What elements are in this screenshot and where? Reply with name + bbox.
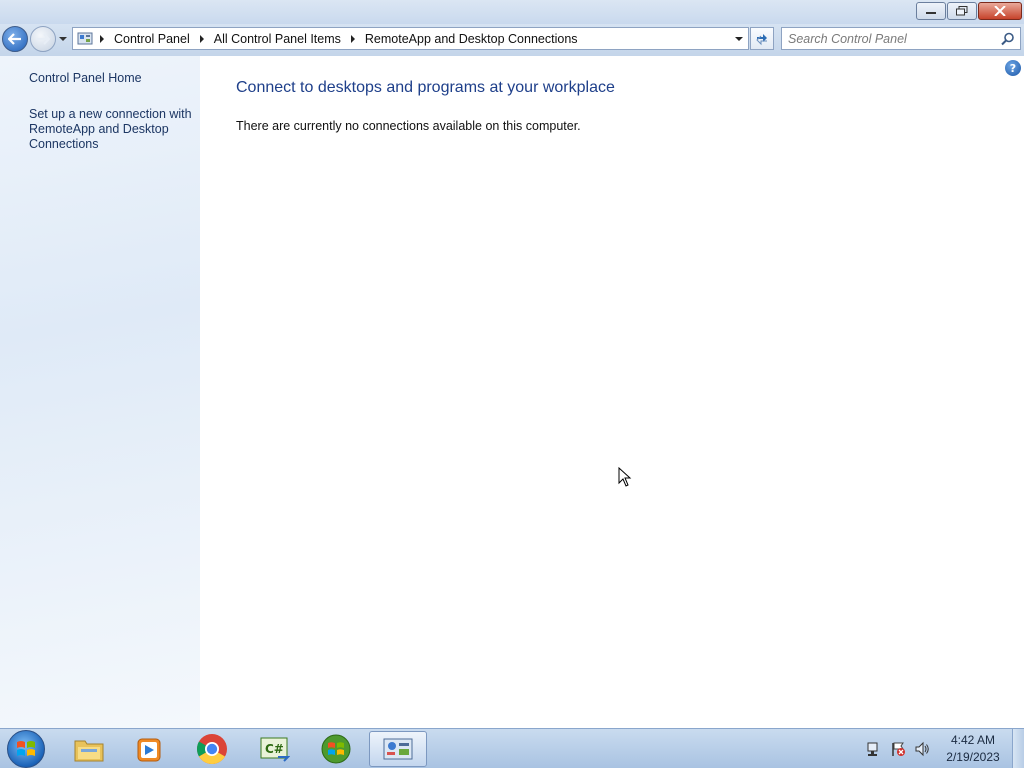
setup-new-connection-link[interactable]: Set up a new connection with RemoteApp a… [29,107,194,152]
clock[interactable]: 4:42 AM 2/19/2023 [940,732,1006,766]
refresh-icon [756,33,767,45]
taskbar-csharp[interactable]: C# [245,731,303,767]
taskbar-chrome[interactable] [183,731,241,767]
back-button[interactable] [2,26,28,52]
start-button[interactable] [7,730,45,768]
window-controls [916,2,1022,20]
clock-date: 2/19/2023 [946,750,1000,764]
help-icon[interactable]: ? [1005,60,1021,76]
control-panel-icon [75,29,95,49]
control-panel-icon [383,738,413,760]
volume-icon[interactable] [914,741,930,757]
chevron-right-icon[interactable] [346,34,360,43]
system-tray [866,741,930,757]
close-icon [994,6,1006,16]
chrome-icon [196,734,227,765]
navigation-bar: Control Panel All Control Panel Items Re… [0,24,1024,56]
taskbar-explorer[interactable] [60,731,118,767]
forward-button[interactable] [30,26,56,52]
main-content: ? Connect to desktops and programs at yo… [200,56,1024,728]
chevron-right-icon[interactable] [195,34,209,43]
media-player-icon [137,738,161,762]
address-bar[interactable]: Control Panel All Control Panel Items Re… [72,27,749,50]
no-connections-message: There are currently no connections avail… [236,119,581,133]
search-input[interactable] [788,28,998,49]
recent-pages-dropdown[interactable] [58,34,68,44]
svg-text:C#: C# [265,742,284,756]
clock-time: 4:42 AM [950,733,996,747]
refresh-button[interactable] [750,27,774,50]
breadcrumb-all-items[interactable]: All Control Panel Items [209,32,346,46]
title-bar [0,0,1024,24]
chevron-right-icon[interactable] [95,34,109,43]
taskbar-media-player[interactable] [120,731,178,767]
address-dropdown-icon[interactable] [734,34,744,44]
windows-update-icon [321,734,351,764]
search-box[interactable] [781,27,1021,50]
action-center-flag-icon[interactable] [890,741,906,757]
minimize-button[interactable] [916,2,946,20]
breadcrumb-current[interactable]: RemoteApp and Desktop Connections [360,32,583,46]
windows-logo-icon [17,741,35,756]
mouse-cursor-icon [618,467,632,487]
control-panel-home-link[interactable]: Control Panel Home [29,71,194,86]
restore-icon [956,6,968,16]
taskbar-control-panel[interactable] [369,731,427,767]
page-title: Connect to desktops and programs at your… [236,79,615,96]
show-desktop-button[interactable] [1012,729,1024,768]
restore-button[interactable] [947,2,977,20]
csharp-icon: C# [260,737,290,762]
search-icon[interactable] [1001,32,1015,46]
close-button[interactable] [978,2,1022,20]
left-pane: Control Panel Home Set up a new connecti… [0,56,200,728]
breadcrumb-control-panel[interactable]: Control Panel [109,32,195,46]
folder-icon [74,740,104,762]
network-icon[interactable] [866,741,882,757]
arrow-right-icon [37,33,50,45]
taskbar: C# 4:42 AM 2/19/2023 [0,728,1024,768]
minimize-icon [926,12,936,14]
arrow-left-icon [8,33,21,45]
taskbar-windows-update[interactable] [307,731,365,767]
